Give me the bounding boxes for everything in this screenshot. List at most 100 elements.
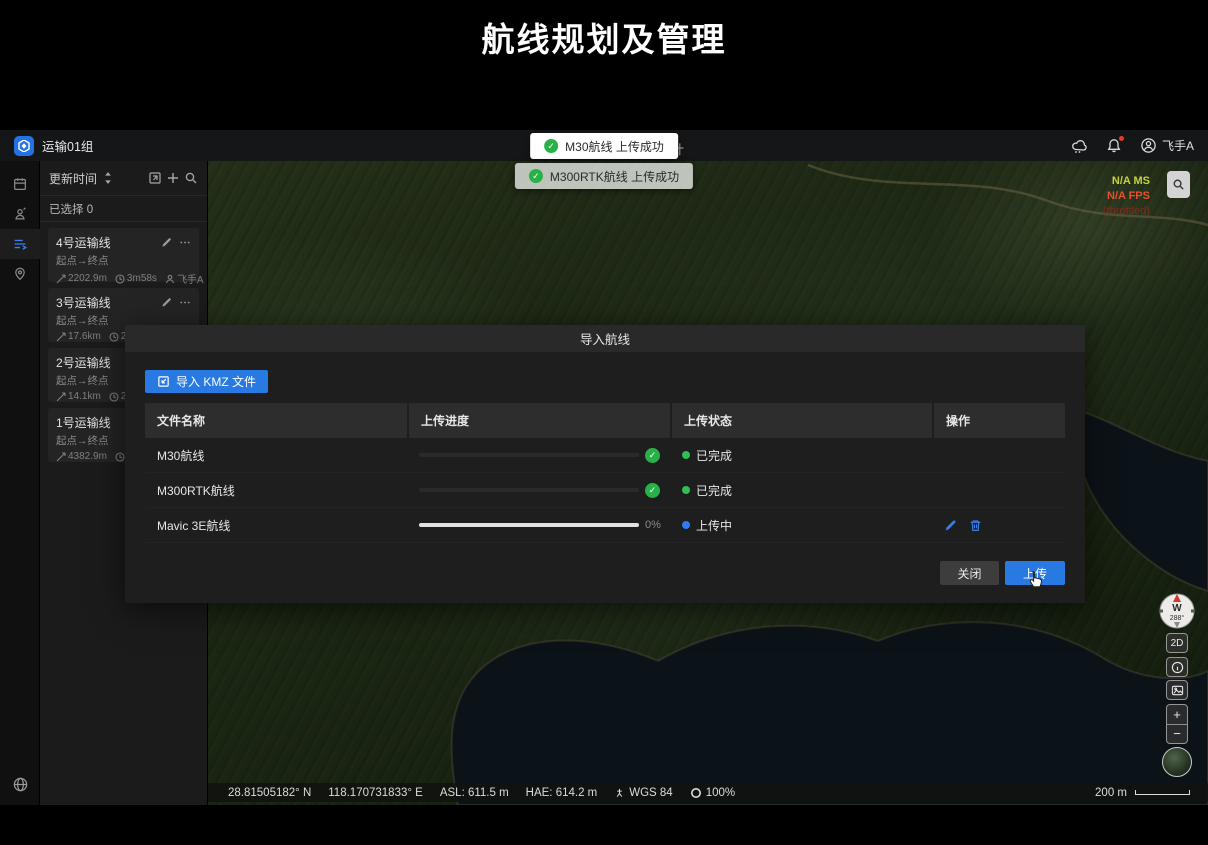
progress-check-icon: ✓	[645, 448, 660, 463]
delete-file-icon[interactable]	[969, 519, 982, 532]
notification-badge	[1119, 136, 1124, 141]
zoom-controls: + −	[1166, 704, 1188, 744]
toast-message: M300RTK航线 上传成功	[550, 168, 679, 185]
battery-readout: 100%	[706, 787, 735, 799]
search-icon[interactable]	[184, 171, 198, 185]
compass-direction: W	[1172, 603, 1182, 614]
mini-globe-button[interactable]	[1162, 747, 1192, 777]
status-label: 已完成	[696, 482, 732, 499]
file-name: Mavic 3E航线	[145, 517, 407, 534]
rail-location-icon[interactable]	[0, 259, 40, 289]
route-distance: 4382.9m	[68, 451, 107, 462]
page-title: 航线规划及管理	[0, 13, 1208, 61]
layers-icon	[1171, 684, 1184, 697]
route-distance: 2202.9m	[68, 273, 107, 284]
distance-icon	[56, 452, 66, 462]
rail-globe-icon[interactable]	[0, 776, 40, 793]
col-upload-progress: 上传进度	[407, 403, 670, 438]
upload-table: 文件名称 上传进度 上传状态 操作 M30航线 ✓ 已完成 M300RTK航线 …	[145, 403, 1065, 543]
progress-check-icon: ✓	[645, 483, 660, 498]
progress-bar	[419, 523, 639, 528]
success-check-icon: ✓	[544, 139, 558, 153]
hae-readout: HAE: 614.2 m	[526, 787, 598, 799]
datum-readout: WGS 84	[629, 787, 672, 799]
notification-bell-icon[interactable]	[1105, 137, 1123, 155]
import-icon	[157, 375, 170, 388]
import-kmz-button[interactable]: 导入 KMZ 文件	[145, 370, 268, 393]
duration-icon	[115, 274, 125, 284]
edit-file-icon[interactable]	[944, 519, 957, 532]
route-distance: 17.6km	[68, 331, 101, 342]
duration-icon	[115, 452, 125, 462]
pilot-icon	[165, 274, 175, 284]
toast-upload-success: ✓ M30航线 上传成功	[530, 133, 678, 159]
duration-icon	[109, 392, 119, 402]
route-card[interactable]: 4号运输线 起点→终点 2202.9m 3m58s 飞手A	[48, 228, 199, 282]
more-options-icon[interactable]	[179, 237, 191, 248]
route-name: 4号运输线	[56, 234, 111, 251]
status-dot	[682, 451, 690, 459]
latitude-readout: 28.81505182° N	[228, 787, 311, 799]
close-button[interactable]: 关闭	[940, 561, 999, 585]
route-name: 2号运输线	[56, 354, 111, 371]
compass-degrees: 288°	[1170, 614, 1185, 622]
scale-label: 200 m	[1095, 787, 1127, 799]
add-route-icon[interactable]	[166, 171, 180, 185]
rail-calendar-icon[interactable]	[0, 169, 40, 199]
route-duration: 3m58s	[127, 273, 157, 284]
distance-icon	[56, 332, 66, 342]
table-row: M30航线 ✓ 已完成	[145, 438, 1065, 473]
edit-route-icon[interactable]	[161, 237, 172, 248]
col-file-name: 文件名称	[145, 403, 407, 438]
telemetry-readout: N/A MS N/A FPS (throttled)	[1103, 174, 1150, 219]
map-layers-button[interactable]	[1166, 680, 1188, 700]
dialog-title: 导入航线	[125, 325, 1085, 352]
asl-readout: ASL: 611.5 m	[440, 787, 509, 799]
app-logo-icon[interactable]	[14, 136, 34, 156]
telemetry-ms: N/A MS	[1103, 174, 1150, 189]
toast-upload-success: ✓ M300RTK航线 上传成功	[515, 163, 693, 189]
toast-message: M30航线 上传成功	[565, 138, 664, 155]
map-info-button[interactable]	[1166, 657, 1188, 677]
mouse-cursor	[1028, 570, 1044, 588]
rail-routes-icon[interactable]	[0, 229, 40, 259]
map-2d-toggle[interactable]: 2D	[1166, 633, 1188, 653]
table-row: Mavic 3E航线 0% 上传中	[145, 508, 1065, 543]
datum-icon	[614, 787, 625, 798]
user-menu[interactable]: 飞手A	[1140, 137, 1194, 154]
distance-icon	[56, 274, 66, 284]
status-label: 上传中	[696, 517, 732, 534]
left-rail	[0, 161, 40, 805]
sort-arrows-icon[interactable]	[101, 171, 115, 185]
route-name: 3号运输线	[56, 294, 111, 311]
group-name[interactable]: 运输01组	[42, 136, 93, 155]
import-kmz-label: 导入 KMZ 文件	[176, 373, 256, 390]
route-pilot: 飞手A	[177, 271, 204, 286]
compass-control[interactable]: W 288°	[1158, 592, 1196, 630]
success-check-icon: ✓	[529, 169, 543, 183]
map-status-bar: 28.81505182° N 118.170731833° E ASL: 611…	[208, 783, 1208, 802]
map-search-button[interactable]	[1167, 171, 1190, 198]
edit-route-icon[interactable]	[161, 297, 172, 308]
sort-label[interactable]: 更新时间	[49, 170, 97, 187]
file-name: M300RTK航线	[145, 482, 407, 499]
multi-select-icon[interactable]	[148, 171, 162, 185]
progress-percent: 0%	[645, 519, 661, 531]
col-operations: 操作	[932, 403, 1065, 438]
duration-icon	[109, 332, 119, 342]
file-name: M30航线	[145, 447, 407, 464]
more-options-icon[interactable]	[179, 297, 191, 308]
table-row: M300RTK航线 ✓ 已完成	[145, 473, 1065, 508]
avatar-icon	[1140, 137, 1157, 154]
route-name: 1号运输线	[56, 414, 111, 431]
pilot-name: 飞手A	[1162, 137, 1194, 154]
zoom-in-button[interactable]: +	[1167, 705, 1187, 725]
rail-devices-icon[interactable]	[0, 199, 40, 229]
search-icon	[1172, 178, 1185, 191]
status-dot	[682, 521, 690, 529]
zoom-out-button[interactable]: −	[1167, 725, 1187, 744]
telemetry-throttled: (throttled)	[1103, 204, 1150, 219]
info-icon	[1171, 661, 1184, 674]
route-distance: 14.1km	[68, 391, 101, 402]
weather-icon[interactable]	[1070, 137, 1088, 155]
